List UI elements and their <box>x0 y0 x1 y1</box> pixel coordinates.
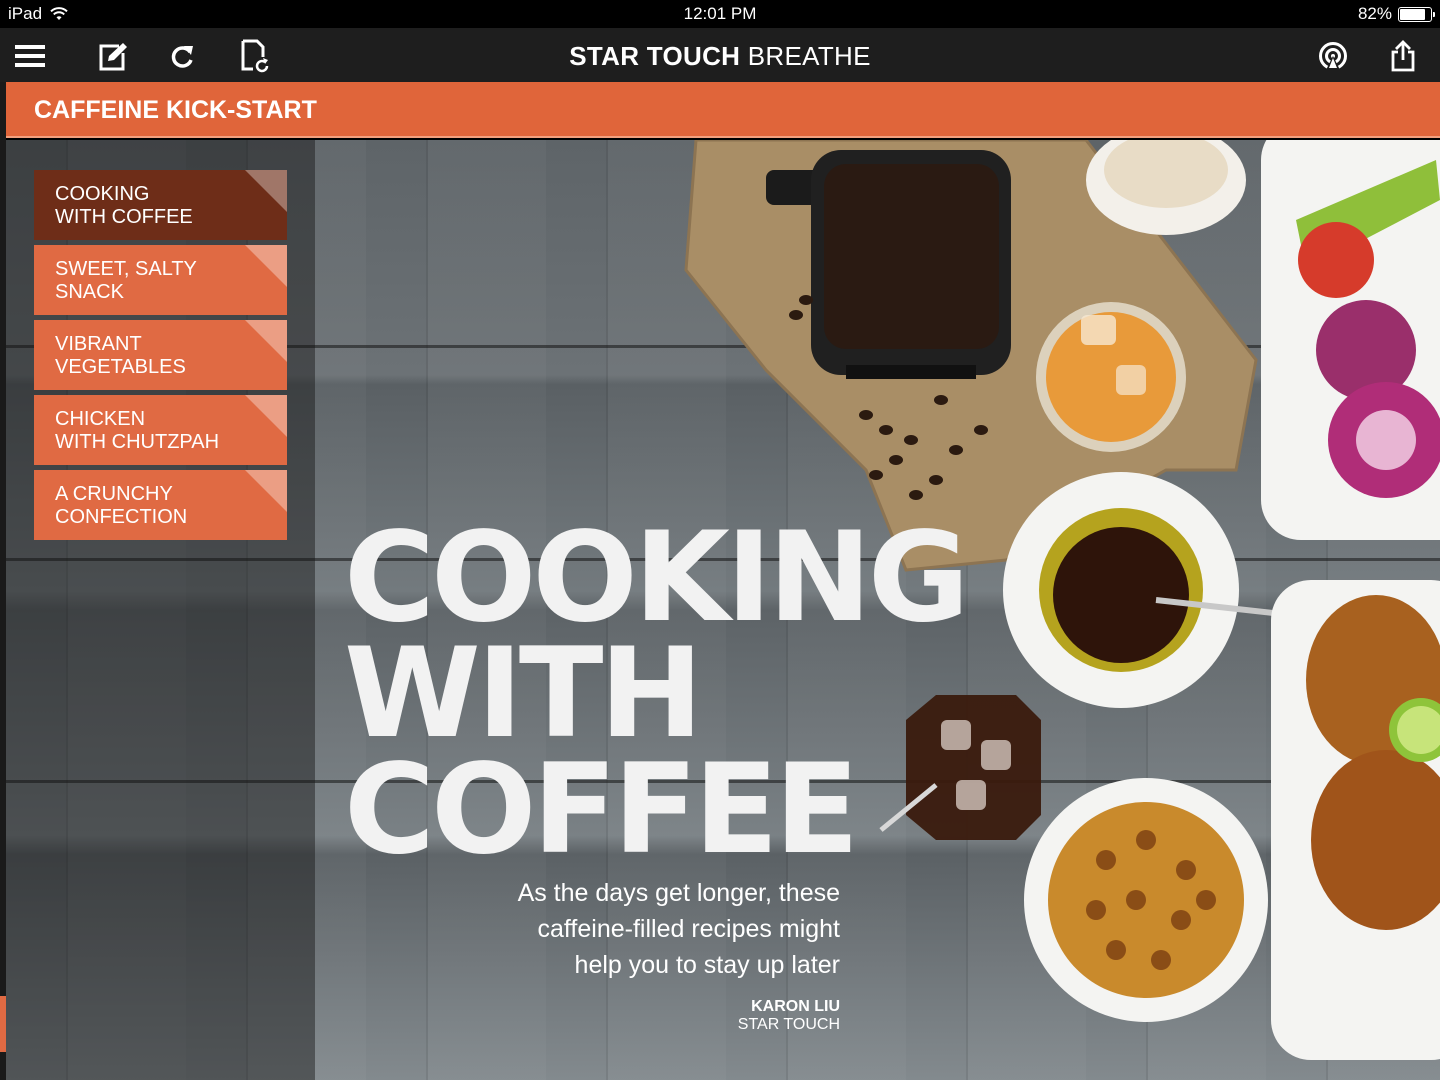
article-headline: COOKING WITH COFFEE <box>344 506 970 882</box>
nav-item-a-crunchy-confection[interactable]: A CRUNCHY CONFECTION <box>34 470 287 540</box>
author-name: KARON LIU <box>751 998 840 1015</box>
nav-item-line: COOKING <box>55 183 150 205</box>
subtitle-line: help you to stay up later <box>574 951 840 979</box>
article-subtitle: As the days get longer, these caffeine-f… <box>480 875 840 983</box>
headline-line: WITH <box>344 622 703 766</box>
nav-item-line: VEGETABLES <box>55 356 186 378</box>
nav-item-line: CHICKEN <box>55 408 146 430</box>
section-header: CAFFEINE KICK-START <box>6 82 1440 138</box>
app-title: STAR TOUCH BREATHE <box>0 41 1440 72</box>
headline-line: COFFEE <box>344 738 859 882</box>
broadcast-icon <box>1319 42 1347 70</box>
nav-item-cooking-with-coffee[interactable]: COOKING WITH COFFEE <box>34 170 287 240</box>
subtitle-line: As the days get longer, these <box>517 879 840 907</box>
nav-item-line: SNACK <box>55 281 124 303</box>
share-button[interactable] <box>1383 36 1423 76</box>
app-brand: STAR TOUCH <box>569 41 741 71</box>
top-toolbar: STAR TOUCH BREATHE <box>0 28 1440 82</box>
status-bar: iPad 12:01 PM 82% <box>0 0 1440 28</box>
nav-item-line: WITH COFFEE <box>55 206 193 228</box>
page-edge-tab[interactable] <box>0 996 6 1052</box>
subtitle-line: caffeine-filled recipes might <box>537 915 840 943</box>
byline: KARON LIU STAR TOUCH <box>738 998 840 1034</box>
battery-icon <box>1398 6 1435 22</box>
nav-item-line: WITH CHUTZPAH <box>55 431 220 453</box>
nav-item-line: VIBRANT <box>55 333 142 355</box>
article-nav: COOKING WITH COFFEE SWEET, SALTY SNACK V… <box>34 170 287 545</box>
headline-line: COOKING <box>344 506 970 650</box>
share-icon <box>1391 40 1415 72</box>
app-section: BREATHE <box>740 41 871 71</box>
nav-item-chicken-with-chutzpah[interactable]: CHICKEN WITH CHUTZPAH <box>34 395 287 465</box>
author-publication: STAR TOUCH <box>737 1016 840 1033</box>
nav-item-vibrant-vegetables[interactable]: VIBRANT VEGETABLES <box>34 320 287 390</box>
nav-item-line: CONFECTION <box>55 506 188 528</box>
nav-item-line: SWEET, SALTY <box>55 258 197 280</box>
airplay-button[interactable] <box>1313 36 1353 76</box>
battery-percent: 82% <box>1357 4 1392 23</box>
article-hero: COOKING WITH COFFEE SWEET, SALTY SNACK V… <box>6 140 1440 1080</box>
nav-item-sweet-salty-snack[interactable]: SWEET, SALTY SNACK <box>34 245 287 315</box>
clock: 12:01 PM <box>683 4 757 23</box>
section-title: CAFFEINE KICK-START <box>34 96 317 124</box>
nav-item-line: A CRUNCHY <box>55 483 173 505</box>
